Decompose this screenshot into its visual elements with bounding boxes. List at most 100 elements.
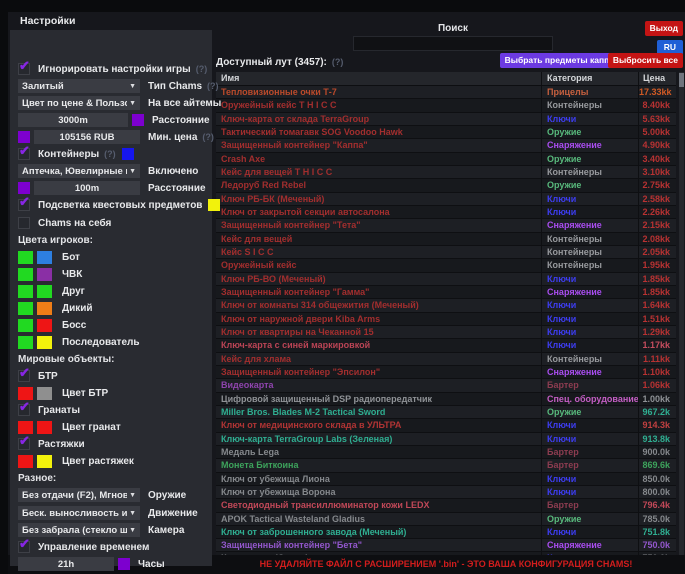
settings-tab[interactable]: Настройки bbox=[20, 15, 75, 27]
checkbox[interactable]: ✔ bbox=[18, 541, 30, 553]
color-swatch[interactable] bbox=[208, 199, 220, 211]
table-row[interactable]: Ключ РБ-БК (Меченый)Ключи2.58kk bbox=[216, 193, 676, 206]
table-row[interactable]: Защищенный контейнер "Бета"Снаряжение750… bbox=[216, 539, 676, 552]
color-swatch[interactable] bbox=[18, 302, 33, 315]
table-row[interactable]: Ключ-карта TerraGroup Labs (Зеленая)Ключ… bbox=[216, 433, 676, 446]
search-input[interactable] bbox=[353, 36, 553, 51]
table-row[interactable]: Оружейный кейсКонтейнеры1.95kk bbox=[216, 259, 676, 272]
color-swatch[interactable] bbox=[37, 319, 52, 332]
checkbox[interactable]: ✔ bbox=[18, 370, 30, 382]
settings-row: Босс bbox=[18, 317, 208, 333]
table-row[interactable]: Ключ РБ-ВО (Меченый)Ключи1.85kk bbox=[216, 273, 676, 286]
value-input[interactable]: 105156 RUB bbox=[34, 130, 140, 144]
scrollbar-thumb[interactable] bbox=[679, 73, 684, 87]
table-scrollbar[interactable] bbox=[679, 72, 684, 555]
table-row[interactable]: Монета БиткоинаБартер869.6k bbox=[216, 459, 676, 472]
item-price: 1.85kk bbox=[638, 286, 676, 298]
settings-row: Последователь bbox=[18, 334, 208, 350]
table-row[interactable]: Ключ-карта от склада TerraGroupКлючи5.63… bbox=[216, 113, 676, 126]
table-row[interactable]: Miller Bros. Blades M-2 Tactical SwordОр… bbox=[216, 406, 676, 419]
color-swatch[interactable] bbox=[37, 251, 52, 264]
dropdown[interactable]: Цвет по цене & Пользователь▼ bbox=[18, 96, 140, 110]
color-swatch[interactable] bbox=[122, 148, 134, 160]
table-row[interactable]: Кейс для вещей T H I C CКонтейнеры3.10kk bbox=[216, 166, 676, 179]
table-row[interactable]: Ледоруб Red RebelОружие2.75kk bbox=[216, 179, 676, 192]
checkbox[interactable]: ✔ bbox=[18, 148, 30, 160]
item-name: Ключ от медицинского склада в УЛЬТРА bbox=[216, 419, 541, 431]
value-input[interactable]: 100m bbox=[34, 181, 140, 195]
color-swatch[interactable] bbox=[37, 268, 52, 281]
table-row[interactable]: Ключ от комнаты 314 общежития (Меченый)К… bbox=[216, 299, 676, 312]
input-value: 105156 RUB bbox=[60, 132, 115, 143]
table-row[interactable]: Оружейный кейс T H I C CКонтейнеры8.40kk bbox=[216, 99, 676, 112]
dropdown[interactable]: Без забрала (стекло шлема)▼ bbox=[18, 523, 140, 537]
dropdown[interactable]: Аптечка, Ювелирные и...▼ bbox=[18, 164, 140, 178]
checkbox[interactable]: ✔ bbox=[18, 438, 30, 450]
table-row[interactable]: Медаль LegaБартер900.0k bbox=[216, 446, 676, 459]
color-swatch[interactable] bbox=[37, 387, 52, 400]
table-row[interactable]: Защищенный контейнер "Каппа"Снаряжение4.… bbox=[216, 139, 676, 152]
table-row[interactable]: Светодиодный трансиллюминатор кожи LEDXБ… bbox=[216, 499, 676, 512]
item-price: 1.51kk bbox=[638, 313, 676, 325]
table-row[interactable]: Ключ от заброшенного завода (Меченый)Клю… bbox=[216, 526, 676, 539]
checkbox[interactable]: ✔ bbox=[18, 63, 30, 75]
dropdown-value: Без отдачи (F2), Мгновенное п bbox=[22, 490, 127, 501]
checkbox[interactable]: ✔ bbox=[18, 199, 30, 211]
value-input[interactable]: 21h bbox=[18, 557, 114, 571]
dropdown-value: Без забрала (стекло шлема) bbox=[22, 525, 127, 536]
exit-button[interactable]: Выход bbox=[645, 21, 683, 36]
table-row[interactable]: Тепловизионные очки Т-7Прицелы17.33kk bbox=[216, 86, 676, 99]
table-row[interactable]: Ключ от наружной двери Kiba ArmsКлючи1.5… bbox=[216, 313, 676, 326]
table-row[interactable]: Crash AxeОружие3.40kk bbox=[216, 153, 676, 166]
color-swatch[interactable] bbox=[18, 387, 33, 400]
select-kappa-button[interactable]: Выбрать предметы каппа bbox=[500, 53, 619, 68]
value-input[interactable]: 3000m bbox=[18, 113, 128, 127]
color-swatch[interactable] bbox=[37, 285, 52, 298]
dropdown-value: Цвет по цене & Пользователь bbox=[22, 98, 127, 109]
settings-row: ✔Растяжки bbox=[18, 436, 208, 452]
table-row[interactable]: Ключ от убежища ВоронаКлючи800.0k bbox=[216, 486, 676, 499]
color-swatch[interactable] bbox=[18, 131, 30, 143]
checkbox[interactable] bbox=[18, 217, 30, 229]
table-row[interactable]: Защищенный контейнер "Гамма"Снаряжение1.… bbox=[216, 286, 676, 299]
color-swatch[interactable] bbox=[132, 114, 144, 126]
color-swatch[interactable] bbox=[18, 319, 33, 332]
table-row[interactable]: Тактический томагавк SOG Voodoo HawkОруж… bbox=[216, 126, 676, 139]
color-swatch[interactable] bbox=[37, 421, 52, 434]
color-swatch[interactable] bbox=[118, 558, 130, 570]
table-row[interactable]: Кейс S I C CКонтейнеры2.05kk bbox=[216, 246, 676, 259]
color-swatch[interactable] bbox=[37, 336, 52, 349]
table-row[interactable]: ВидеокартаБартер1.06kk bbox=[216, 379, 676, 392]
color-swatch[interactable] bbox=[18, 336, 33, 349]
color-swatch[interactable] bbox=[18, 182, 30, 194]
drop-all-button[interactable]: Выбросить все bbox=[608, 53, 683, 68]
item-name: Miller Bros. Blades M-2 Tactical Sword bbox=[216, 406, 541, 418]
table-row[interactable]: Кейс для вещейКонтейнеры2.08kk bbox=[216, 233, 676, 246]
color-swatch[interactable] bbox=[37, 302, 52, 315]
dropdown[interactable]: Залитый▼ bbox=[18, 79, 140, 93]
table-row[interactable]: Цифровой защищенный DSP радиопередатчикС… bbox=[216, 393, 676, 406]
table-row[interactable]: Защищенный контейнер "Эпсилон"Снаряжение… bbox=[216, 366, 676, 379]
table-row[interactable]: Ключ от медицинского склада в УЛЬТРАКлюч… bbox=[216, 419, 676, 432]
table-row[interactable]: Ключ от квартиры на Чеканной 15Ключи1.29… bbox=[216, 326, 676, 339]
color-swatch[interactable] bbox=[18, 251, 33, 264]
checkbox[interactable]: ✔ bbox=[18, 404, 30, 416]
table-row[interactable]: Ключ от закрытой секции автосалонаКлючи2… bbox=[216, 206, 676, 219]
item-name: Светодиодный трансиллюминатор кожи LEDX bbox=[216, 499, 541, 511]
table-row[interactable]: APOK Tactical Wasteland GladiusОружие785… bbox=[216, 513, 676, 526]
control-label: Оружие bbox=[148, 490, 186, 501]
color-swatch[interactable] bbox=[18, 455, 33, 468]
item-category: Контейнеры bbox=[541, 259, 638, 271]
table-row[interactable]: Ключ от убежища ЛионаКлючи850.0k bbox=[216, 473, 676, 486]
item-price: 750.0k bbox=[638, 539, 676, 551]
settings-row: Мировые объекты: bbox=[18, 351, 208, 367]
dropdown[interactable]: Беск. выносливость и нет уста▼ bbox=[18, 506, 140, 520]
color-swatch[interactable] bbox=[18, 268, 33, 281]
color-swatch[interactable] bbox=[18, 285, 33, 298]
table-row[interactable]: Ключ-карта с синей маркировкойКлючи1.17k… bbox=[216, 339, 676, 352]
color-swatch[interactable] bbox=[37, 455, 52, 468]
dropdown[interactable]: Без отдачи (F2), Мгновенное п▼ bbox=[18, 488, 140, 502]
color-swatch[interactable] bbox=[18, 421, 33, 434]
table-row[interactable]: Кейс для хламаКонтейнеры1.11kk bbox=[216, 353, 676, 366]
table-row[interactable]: Защищенный контейнер "Тета"Снаряжение2.1… bbox=[216, 219, 676, 232]
